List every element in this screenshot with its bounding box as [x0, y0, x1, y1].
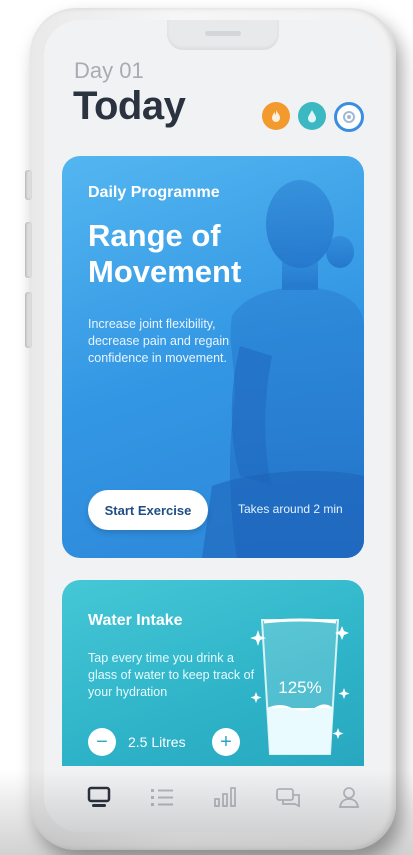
- floor-shadow: [0, 770, 413, 855]
- hydration-percent: 125%: [278, 678, 322, 697]
- water-drop-icon[interactable]: [298, 102, 326, 130]
- program-card[interactable]: Daily Programme Range of Movement Increa…: [62, 156, 364, 558]
- page-title: Today: [73, 84, 186, 128]
- water-intake-card: Water Intake Tap every time you drink a …: [62, 580, 364, 766]
- water-description: Tap every time you drink a glass of wate…: [88, 651, 255, 699]
- program-title: Range of Movement: [88, 218, 242, 289]
- speaker-grille: [205, 31, 241, 36]
- program-kicker: Daily Programme: [88, 184, 220, 201]
- flame-icon[interactable]: [262, 102, 290, 130]
- day-label: Day 01: [74, 58, 144, 83]
- side-button-silent: [25, 170, 32, 200]
- water-quantity: 2.5 Litres: [128, 734, 186, 750]
- decrease-water-button[interactable]: −: [88, 728, 116, 756]
- side-button-volume-up: [25, 222, 32, 278]
- phone-notch: [167, 20, 279, 50]
- program-description: Increase joint flexibility, decrease pai…: [88, 317, 230, 365]
- increase-water-button[interactable]: +: [212, 728, 240, 756]
- start-exercise-button[interactable]: Start Exercise: [88, 490, 208, 530]
- duration-label: Takes around 2 min: [238, 502, 343, 516]
- progress-ring-icon[interactable]: [334, 102, 364, 132]
- water-title: Water Intake: [88, 612, 183, 629]
- app-screen: Day 01 Today Daily Programme Range of Mo…: [44, 20, 382, 832]
- side-button-volume-down: [25, 292, 32, 348]
